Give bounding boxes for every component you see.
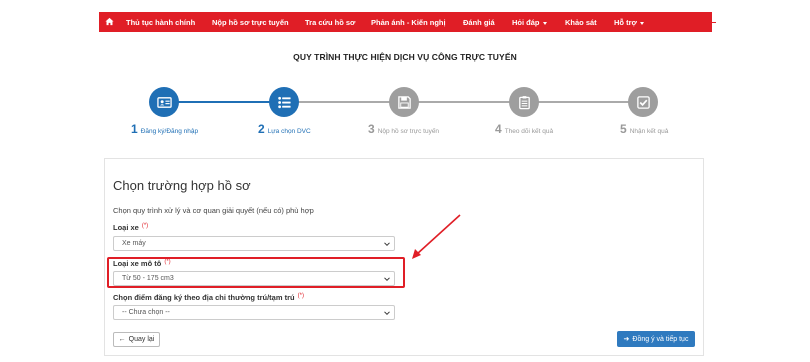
step-connector-4: [538, 101, 630, 103]
form-subtitle: Chọn quy trình xử lý và cơ quan giải quy…: [113, 206, 314, 215]
step-text: Nhận kết quả: [629, 128, 669, 135]
back-button[interactable]: ← Quay lại: [113, 332, 160, 347]
nav-item-nop-ho-so[interactable]: Nộp hồ sơ trực tuyến: [212, 18, 289, 27]
nav-item-phan-anh[interactable]: Phản ánh - Kiến nghị: [371, 18, 446, 27]
step-text: Nộp hồ sơ trực tuyến: [377, 128, 440, 135]
step-2-circle: [269, 87, 299, 117]
vehicle-type-label: Loại xe (*): [113, 223, 148, 232]
arrow-left-icon: ←: [118, 336, 126, 343]
home-icon[interactable]: [105, 17, 114, 26]
step-4-label: 4 Theo dõi kết quả: [495, 122, 553, 136]
step-text: Theo dõi kết quả: [504, 128, 554, 135]
top-navbar: Thủ tục hành chính Nộp hồ sơ trực tuyến …: [99, 12, 712, 32]
step-number: 2: [258, 122, 265, 136]
chevron-down-icon: [384, 242, 390, 247]
clipboard-icon: [518, 95, 530, 109]
nav-item-ho-tro-label: Hỗ trợ: [614, 18, 637, 27]
vehicle-type-select[interactable]: Xe máy: [113, 236, 395, 251]
field-label-text: Chọn điểm đăng ký theo địa chỉ thường tr…: [113, 293, 295, 302]
nav-item-ho-tro[interactable]: Hỗ trợ: [614, 18, 644, 27]
step-number: 1: [131, 122, 138, 136]
step-number: 4: [495, 122, 502, 136]
step-number: 5: [620, 122, 627, 136]
nav-item-thu-tuc[interactable]: Thủ tục hành chính: [126, 18, 195, 27]
step-3-label: 3 Nộp hồ sơ trực tuyến: [368, 122, 439, 136]
step-number: 3: [368, 122, 375, 136]
registration-point-select[interactable]: -- Chưa chọn --: [113, 305, 395, 320]
nav-item-tra-cuu[interactable]: Tra cứu hồ sơ: [305, 18, 355, 27]
select-value: -- Chưa chọn --: [122, 309, 170, 316]
nav-item-danh-gia[interactable]: Đánh giá: [463, 18, 495, 27]
arrow-right-icon: ➜: [623, 336, 630, 343]
step-connector-3: [418, 101, 510, 103]
step-text: Đăng ký/Đăng nhập: [140, 128, 199, 135]
step-2-label: 2 Lựa chọn DVC: [258, 122, 311, 136]
page-title: QUY TRÌNH THỰC HIỆN DỊCH VỤ CÔNG TRỰC TU…: [293, 52, 517, 62]
step-1-circle: [149, 87, 179, 117]
save-icon: [397, 95, 411, 109]
step-text: Lựa chọn DVC: [267, 128, 311, 135]
id-card-icon: [156, 96, 172, 108]
registration-point-label: Chọn điểm đăng ký theo địa chỉ thường tr…: [113, 293, 304, 302]
field-label-text: Loại xe: [113, 223, 139, 232]
list-icon: [277, 96, 291, 108]
agree-continue-button[interactable]: ➜ Đồng ý và tiếp tục: [617, 331, 695, 347]
nav-divider: [712, 22, 716, 23]
step-connector-1: [178, 101, 270, 103]
nav-item-khao-sat[interactable]: Khảo sát: [565, 18, 597, 27]
step-5-label: 5 Nhận kết quả: [620, 122, 668, 136]
back-button-label: Quay lại: [128, 336, 155, 343]
chevron-down-icon: [542, 21, 547, 25]
step-connector-2: [298, 101, 390, 103]
required-mark: (*): [141, 223, 149, 229]
annotation-highlight-box: [107, 257, 405, 288]
check-square-icon: [636, 95, 650, 109]
step-1-label: 1 Đăng ký/Đăng nhập: [131, 122, 198, 136]
step-5-circle: [628, 87, 658, 117]
agree-continue-label: Đồng ý và tiếp tục: [632, 335, 689, 343]
nav-item-hoi-dap[interactable]: Hỏi đáp: [512, 18, 547, 27]
required-mark: (*): [297, 293, 304, 299]
step-3-circle: [389, 87, 419, 117]
step-4-circle: [509, 87, 539, 117]
chevron-down-icon: [384, 311, 390, 316]
form-title: Chọn trường hợp hồ sơ: [113, 178, 251, 193]
chevron-down-icon: [639, 21, 644, 25]
select-value: Xe máy: [122, 240, 146, 247]
nav-item-hoi-dap-label: Hỏi đáp: [512, 18, 540, 27]
